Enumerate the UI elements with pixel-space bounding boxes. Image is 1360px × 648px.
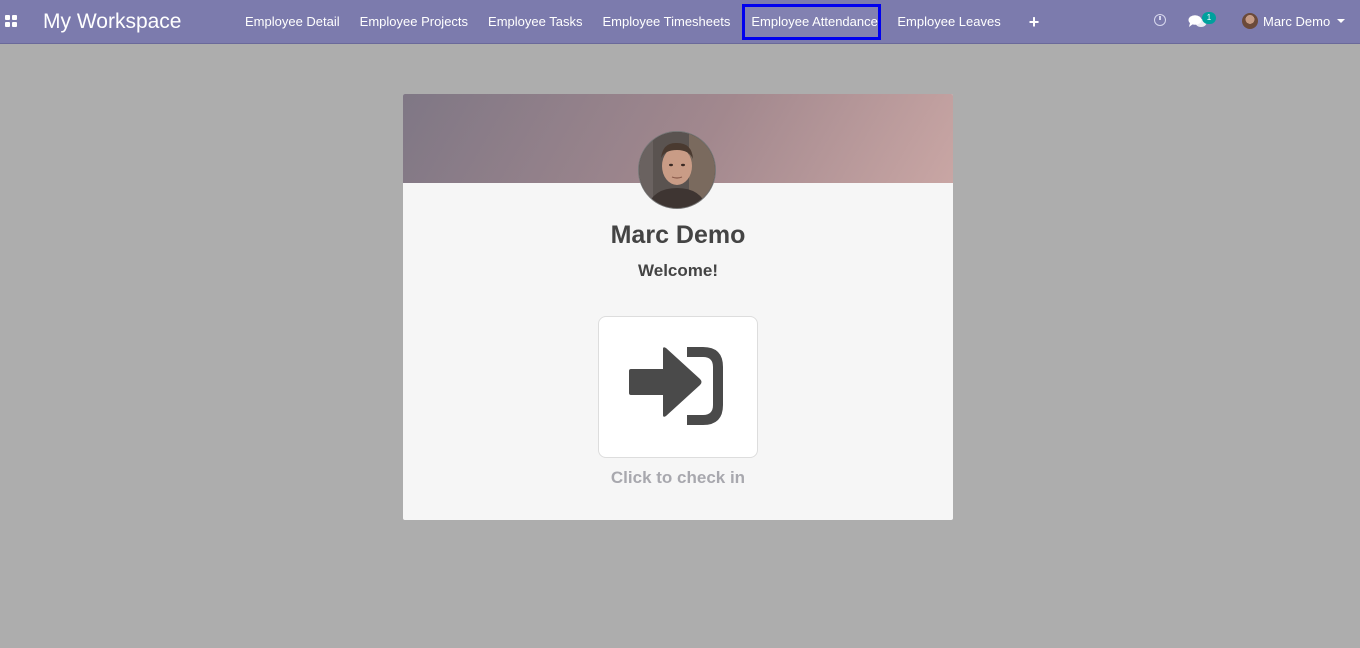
attendance-card: Marc Demo Welcome! Click to check in bbox=[403, 94, 953, 520]
activity-clock-icon[interactable] bbox=[1154, 14, 1166, 26]
welcome-message: Welcome! bbox=[638, 261, 718, 280]
menu-employee-leaves[interactable]: Employee Leaves bbox=[887, 4, 1010, 40]
menu-employee-detail[interactable]: Employee Detail bbox=[235, 4, 350, 40]
menu-employee-projects[interactable]: Employee Projects bbox=[350, 4, 478, 40]
user-avatar bbox=[1242, 13, 1258, 29]
user-menu[interactable]: Marc Demo bbox=[1242, 11, 1346, 31]
app-brand[interactable]: My Workspace bbox=[43, 9, 181, 35]
caret-down-icon bbox=[1337, 19, 1346, 23]
user-name-label: Marc Demo bbox=[1263, 13, 1331, 29]
apps-menu-icon[interactable] bbox=[5, 15, 18, 28]
main-menu: Employee Detail Employee Projects Employ… bbox=[235, 0, 1053, 44]
sign-in-icon bbox=[629, 347, 723, 425]
menu-employee-attendance[interactable]: Employee Attendance bbox=[742, 4, 882, 40]
menu-employee-tasks[interactable]: Employee Tasks bbox=[478, 4, 592, 40]
menu-employee-timesheets[interactable]: Employee Timesheets bbox=[592, 4, 740, 40]
employee-name: Marc Demo bbox=[610, 221, 746, 249]
employee-avatar bbox=[638, 131, 716, 209]
check-in-button[interactable] bbox=[598, 316, 758, 458]
add-menu-button[interactable]: + bbox=[1011, 4, 1054, 40]
top-navbar: My Workspace Employee Detail Employee Pr… bbox=[0, 0, 1360, 44]
employee-photo-icon bbox=[639, 132, 715, 208]
chat-unread-badge: 1 bbox=[1202, 12, 1216, 24]
check-in-label: Click to check in bbox=[610, 468, 746, 487]
